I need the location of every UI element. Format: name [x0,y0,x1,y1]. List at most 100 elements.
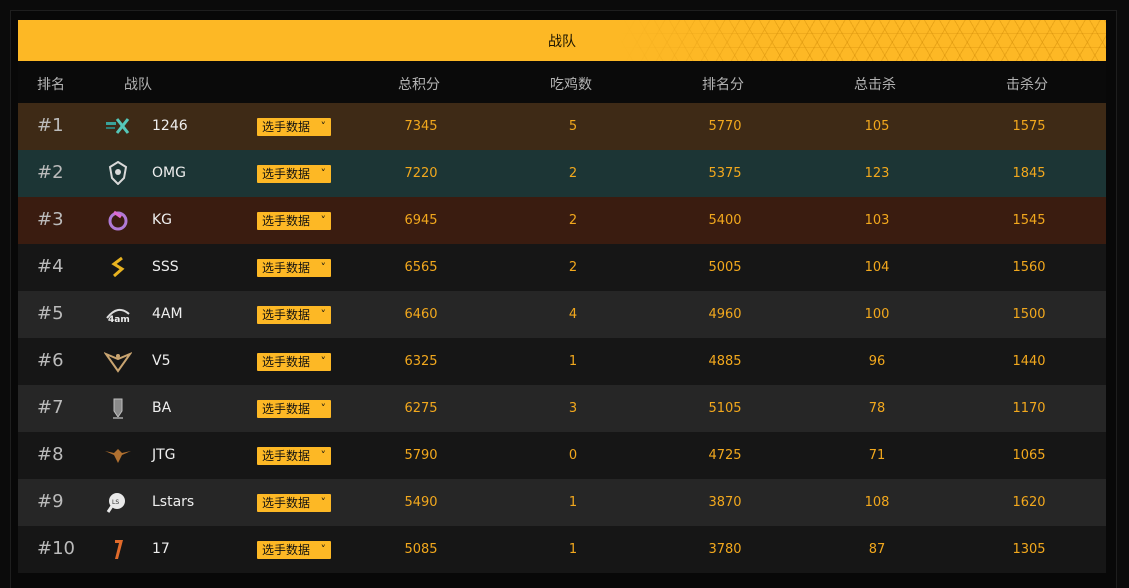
total-points: 6275 [404,401,438,416]
chicken-count: 1 [568,495,578,510]
standings-rows: #1 1246 选手数据 ˅ 7345 5 5770 105 1575 #2 O… [18,103,1106,573]
player-data-button[interactable]: 选手数据 ˅ [257,118,331,136]
total-kills: 108 [864,495,890,510]
rank-points: 5770 [708,119,742,134]
chevron-down-icon: ˅ [320,167,327,180]
kill-points: 1845 [1012,166,1046,181]
total-points: 5085 [404,542,438,557]
kill-points: 1575 [1012,119,1046,134]
header-total: 总积分 [398,77,440,93]
player-data-button-label: 选手数据 [262,543,311,557]
v5-logo-icon [103,349,133,373]
total-points: 6945 [404,213,438,228]
4am-logo-icon: 4am [104,302,132,326]
rank-points: 5005 [708,260,742,275]
rank-points: 4725 [708,448,742,463]
total-kills: 105 [864,119,890,134]
rank-value: #10 [37,538,75,559]
header-total-kills: 总击杀 [854,77,896,93]
table-row: #1 1246 选手数据 ˅ 7345 5 5770 105 1575 [18,103,1106,150]
chicken-count: 5 [568,119,578,134]
rank-value: #3 [37,209,64,230]
team-banner: 战队 [18,20,1106,61]
kg-logo-icon [104,208,132,232]
player-data-button-label: 选手数据 [262,449,311,463]
player-data-button[interactable]: 选手数据 ˅ [257,165,331,183]
total-kills: 123 [864,166,890,181]
team-name: KG [152,212,173,228]
header-team: 战队 [124,77,152,93]
total-points: 7345 [404,119,438,134]
chevron-down-icon: ˅ [320,449,327,462]
total-points: 6460 [404,307,438,322]
total-kills: 71 [868,448,886,463]
chevron-down-icon: ˅ [320,120,327,133]
table-row: #7 BA 选手数据 ˅ 6275 3 5105 78 1170 [18,385,1106,432]
1246-logo-icon [104,114,132,138]
player-data-button[interactable]: 选手数据 ˅ [257,400,331,418]
chicken-count: 2 [568,213,578,228]
page: 战队 排名 战队 总积分 吃鸡数 排名分 总击杀 击杀分 #1 1246 选手数… [0,0,1129,588]
player-data-button[interactable]: 选手数据 ˅ [257,447,331,465]
player-data-button[interactable]: 选手数据 ˅ [257,494,331,512]
chevron-down-icon: ˅ [320,355,327,368]
ba-logo-icon [104,396,132,420]
kill-points: 1065 [1012,448,1046,463]
rank-value: #6 [37,350,64,371]
chicken-count: 0 [568,448,578,463]
table-row: #2 OMG 选手数据 ˅ 7220 2 5375 123 1845 [18,150,1106,197]
rank-points: 4960 [708,307,742,322]
total-kills: 104 [864,260,890,275]
total-kills: 96 [868,354,886,369]
chicken-count: 1 [568,542,578,557]
total-kills: 87 [868,542,886,557]
table-row: #3 KG 选手数据 ˅ 6945 2 5400 103 1545 [18,197,1106,244]
player-data-button-label: 选手数据 [262,308,311,322]
kill-points: 1500 [1012,307,1046,322]
team-name: OMG [152,165,186,181]
header-rank: 排名 [37,77,65,93]
chevron-down-icon: ˅ [320,261,327,274]
player-data-button-label: 选手数据 [262,261,311,275]
kill-points: 1440 [1012,354,1046,369]
player-data-button[interactable]: 选手数据 ˅ [257,212,331,230]
total-kills: 78 [868,401,886,416]
player-data-button[interactable]: 选手数据 ˅ [257,306,331,324]
header-kill-points: 击杀分 [1006,77,1048,93]
rank-points: 4885 [708,354,742,369]
player-data-button[interactable]: 选手数据 ˅ [257,353,331,371]
kill-points: 1560 [1012,260,1046,275]
total-points: 6325 [404,354,438,369]
kill-points: 1170 [1012,401,1046,416]
rank-value: #4 [37,256,64,277]
table-row: #5 4am 4AM 选手数据 ˅ 6460 4 4960 100 1500 [18,291,1106,338]
player-data-button[interactable]: 选手数据 ˅ [257,259,331,277]
team-name: Lstars [152,494,195,510]
rank-value: #9 [37,491,64,512]
rank-value: #1 [37,115,64,136]
chevron-down-icon: ˅ [320,496,327,509]
chevron-down-icon: ˅ [320,543,327,556]
total-kills: 100 [864,307,890,322]
player-data-button-label: 选手数据 [262,120,311,134]
chicken-count: 4 [568,307,578,322]
header-chicken: 吃鸡数 [550,77,592,93]
svg-text:LS: LS [112,499,119,506]
team-name: 4AM [152,306,183,322]
total-points: 5490 [404,495,438,510]
player-data-button-label: 选手数据 [262,355,311,369]
chicken-count: 2 [568,166,578,181]
sss-logo-icon [104,255,132,279]
table-row: #10 17 选手数据 ˅ 5085 1 3780 87 1305 [18,526,1106,573]
rank-points: 5375 [708,166,742,181]
player-data-button-label: 选手数据 [262,214,311,228]
player-data-button-label: 选手数据 [262,402,311,416]
rank-points: 5105 [708,401,742,416]
kill-points: 1545 [1012,213,1046,228]
17-logo-icon [104,537,132,561]
table-row: #6 V5 选手数据 ˅ 6325 1 4885 96 1440 [18,338,1106,385]
chicken-count: 3 [568,401,578,416]
player-data-button[interactable]: 选手数据 ˅ [257,541,331,559]
jtg-logo-icon [104,443,132,467]
total-kills: 103 [864,213,890,228]
